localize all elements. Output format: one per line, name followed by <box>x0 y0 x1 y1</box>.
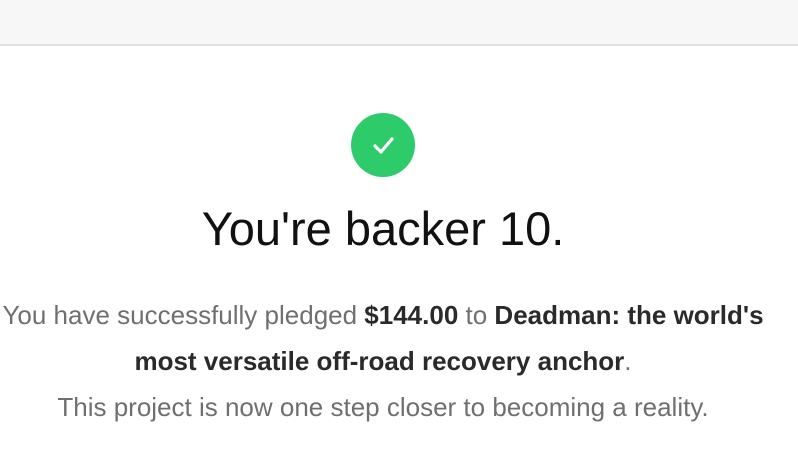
pledge-message-to: to <box>458 300 495 330</box>
pledge-message-prefix: You have successfully pledged <box>2 300 365 330</box>
pledge-message-period: . <box>624 346 632 376</box>
pledge-message-suffix: This project is now one step closer to b… <box>57 392 709 422</box>
checkmark-icon <box>373 137 394 154</box>
top-navigation-bar <box>0 0 798 46</box>
backer-number-heading: You're backer 10. <box>201 202 565 255</box>
success-badge <box>351 113 415 177</box>
pledge-confirmation: You're backer 10. You have successfully … <box>0 46 798 449</box>
pledge-amount: $144.00 <box>364 300 459 330</box>
pledge-message: You have successfully pledged $144.00 to… <box>0 292 766 430</box>
